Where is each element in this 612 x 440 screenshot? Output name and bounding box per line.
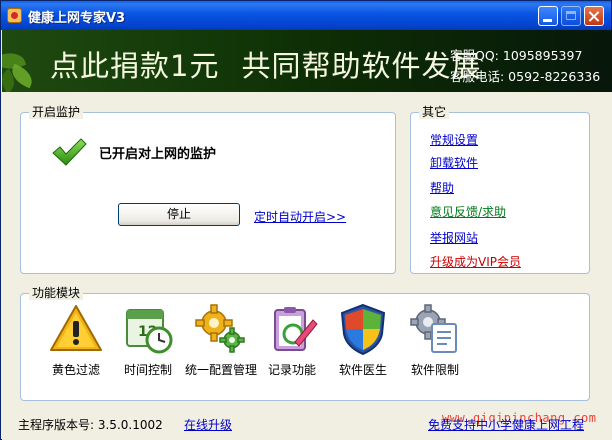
main-window: 健康上网专家V3 点此捐款1元 共同帮助软件发展 客服QQ: 1095895397…	[0, 0, 612, 440]
upgrade-vip-link[interactable]: 升级成为VIP会员	[430, 253, 521, 270]
support-qq: 客服QQ: 1095895397	[450, 48, 583, 63]
module-logging[interactable]: 记录功能	[257, 302, 327, 378]
schedule-auto-start-link[interactable]: 定时自动开启>>	[254, 208, 346, 225]
feedback-link[interactable]: 意见反馈/求助	[430, 203, 506, 220]
monitor-legend: 开启监护	[29, 105, 84, 119]
contact-info: 客服QQ: 1095895397 客服电话: 0592-8226336	[450, 45, 600, 87]
uninstall-link[interactable]: 卸载软件	[430, 154, 478, 171]
calendar-clock-icon: 12	[126, 309, 173, 354]
help-link[interactable]: 帮助	[430, 179, 454, 196]
module-unified-config[interactable]: 统一配置管理	[185, 302, 258, 378]
other-legend: 其它	[419, 105, 450, 119]
clipboard-pen-icon	[274, 307, 318, 351]
checkmark-icon	[52, 138, 87, 166]
monitor-group: 开启监护 已开启对上网的监护 停止 定时自动开启>>	[20, 105, 396, 274]
module-label: 黄色过滤	[51, 363, 100, 377]
online-update-link[interactable]: 在线升级	[184, 416, 232, 433]
report-site-link[interactable]: 举报网站	[430, 229, 478, 246]
close-button[interactable]	[584, 6, 604, 26]
module-label: 统一配置管理	[185, 363, 258, 377]
support-phone: 客服电话: 0592-8226336	[450, 69, 601, 84]
gears-icon	[195, 304, 245, 353]
module-label: 软件医生	[338, 363, 387, 377]
monitor-status: 已开启对上网的监护	[99, 147, 217, 162]
minimize-button[interactable]	[538, 6, 558, 26]
app-logo-icon	[7, 8, 22, 23]
slogan-support: 共同帮助软件发展	[241, 49, 482, 83]
module-label: 记录功能	[267, 363, 316, 377]
module-software-doctor[interactable]: 软件医生	[328, 302, 398, 378]
modules-legend: 功能模块	[29, 286, 84, 300]
module-label: 时间控制	[123, 363, 172, 377]
stop-button[interactable]: 停止	[118, 203, 240, 226]
module-software-restriction[interactable]: 软件限制	[400, 302, 470, 378]
other-group: 其它 常规设置 卸载软件 帮助 意见反馈/求助 举报网站 升级成为VIP会员	[410, 105, 590, 274]
warning-icon	[50, 305, 102, 351]
title-bar[interactable]: 健康上网专家V3	[1, 1, 611, 30]
module-content-filter[interactable]: 黄色过滤	[41, 302, 111, 378]
donation-banner[interactable]: 点此捐款1元 共同帮助软件发展 客服QQ: 1095895397 客服电话: 05…	[2, 30, 612, 92]
free-support-link[interactable]: 免费支持中小学健康上网工程	[428, 416, 584, 433]
slogan-donate: 点此捐款1元	[50, 49, 220, 83]
maximize-button[interactable]	[561, 6, 581, 26]
general-settings-link[interactable]: 常规设置	[430, 131, 478, 148]
shield-icon	[340, 303, 386, 356]
module-label: 软件限制	[410, 363, 459, 377]
version-label: 主程序版本号: 3.5.0.1002	[18, 418, 163, 432]
window-title: 健康上网专家V3	[28, 11, 126, 26]
modules-group: 功能模块 黄色过滤 12 时间控制 统一配置管理 记录功能 软件医生 软件限制	[20, 286, 590, 401]
donation-slogan[interactable]: 点此捐款1元 共同帮助软件发展	[50, 43, 503, 85]
module-time-control[interactable]: 12 时间控制	[113, 302, 183, 378]
gear-document-icon	[410, 304, 457, 353]
